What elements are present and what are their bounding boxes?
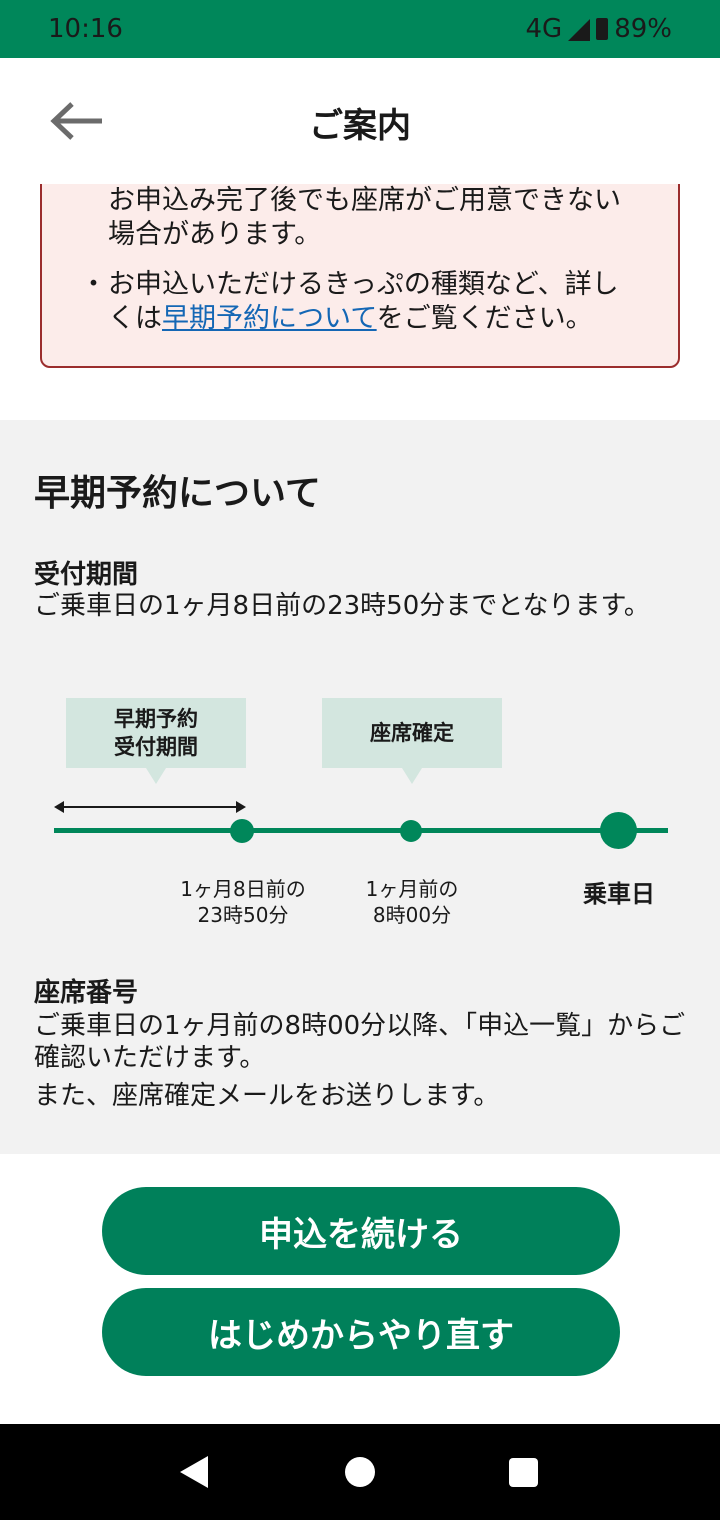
notice-text-line1: お申込み完了後でも座席がご用意できない xyxy=(108,185,621,216)
bubble-seat-confirm: 座席確定 xyxy=(322,698,502,768)
arrow-right-head-icon xyxy=(236,801,246,813)
status-bar: 10:16 4G 89% xyxy=(0,0,720,58)
early-reservation-section: 早期予約について 受付期間 ご乗車日の1ヶ月8日前の23時50分までとなります。… xyxy=(0,420,720,1154)
period-text: ご乗車日の1ヶ月8日前の23時50分までとなります。 xyxy=(34,591,650,621)
bubble-seat-tail xyxy=(402,768,422,784)
timeline-label-seat-line1: 1ヶ月前の xyxy=(365,877,459,901)
network-type: 4G xyxy=(525,14,563,44)
timeline-label-boarding-day: 乗車日 xyxy=(583,880,655,908)
bubble-seat-confirm-label: 座席確定 xyxy=(370,721,454,745)
status-indicators: 4G 89% xyxy=(526,14,673,44)
notice-text-line3: お申込いただけるきっぷの種類など、詳し xyxy=(108,269,619,300)
seat-text: ご乗車日の1ヶ月前の8時00分以降、「申込一覧」からご確認いただけます。 xyxy=(34,1011,686,1073)
nav-home-icon[interactable] xyxy=(345,1457,375,1487)
timeline-label-seat-line2: 8時00分 xyxy=(372,903,452,927)
timeline-label-seat-confirm: 1ヶ月前の 8時00分 xyxy=(332,876,492,928)
period-arrow-line xyxy=(56,806,244,808)
notice-text-prefix: くは xyxy=(108,303,162,334)
timeline-label-deadline: 1ヶ月8日前の 23時50分 xyxy=(163,876,323,928)
system-nav-bar xyxy=(0,1424,720,1520)
arrow-left-head-icon xyxy=(54,801,64,813)
bubble-early-line1: 早期予約 xyxy=(114,707,198,731)
section-title: 早期予約について xyxy=(34,473,321,514)
bubble-early-tail xyxy=(146,768,166,784)
timeline-dot-seat-confirm xyxy=(400,820,422,842)
timeline-label-deadline-line2: 23時50分 xyxy=(197,903,289,927)
timeline-dot-deadline xyxy=(230,819,254,843)
restart-button[interactable]: はじめからやり直す xyxy=(102,1288,620,1376)
bubble-early-line2: 受付期間 xyxy=(114,735,198,759)
nav-back-icon[interactable] xyxy=(180,1456,208,1488)
timeline-line xyxy=(54,828,668,833)
notice-box: お申込み完了後でも座席がご用意できない 場合があります。 ・ お申込いただけるき… xyxy=(40,184,680,368)
seat-heading: 座席番号 xyxy=(34,978,139,1008)
notice-text-line4: くは早期予約についてをご覧ください。 xyxy=(108,302,668,336)
period-heading: 受付期間 xyxy=(34,560,139,590)
app-bar: ご案内 xyxy=(0,58,720,184)
continue-application-button[interactable]: 申込を続ける xyxy=(102,1187,620,1275)
signal-icon xyxy=(568,19,591,41)
early-reservation-link[interactable]: 早期予約について xyxy=(162,303,377,334)
bullet-mark: ・ xyxy=(80,269,107,300)
bubble-early-period: 早期予約 受付期間 xyxy=(66,698,246,768)
notice-text-line2: 場合があります。 xyxy=(108,219,322,250)
timeline-label-deadline-line1: 1ヶ月8日前の xyxy=(180,877,306,901)
page-title: ご案内 xyxy=(309,106,411,146)
seat-mail-text: また、座席確定メールをお送りします。 xyxy=(34,1081,500,1111)
scroll-content[interactable]: お申込み完了後でも座席がご用意できない 場合があります。 ・ お申込いただけるき… xyxy=(0,184,720,1154)
battery-icon xyxy=(596,18,609,40)
notice-text-suffix: をご覧ください。 xyxy=(376,303,593,334)
status-time: 10:16 xyxy=(48,14,123,44)
nav-recents-icon[interactable] xyxy=(509,1458,538,1487)
timeline-dot-boarding-day xyxy=(600,812,637,849)
battery-level: 89% xyxy=(614,14,672,44)
